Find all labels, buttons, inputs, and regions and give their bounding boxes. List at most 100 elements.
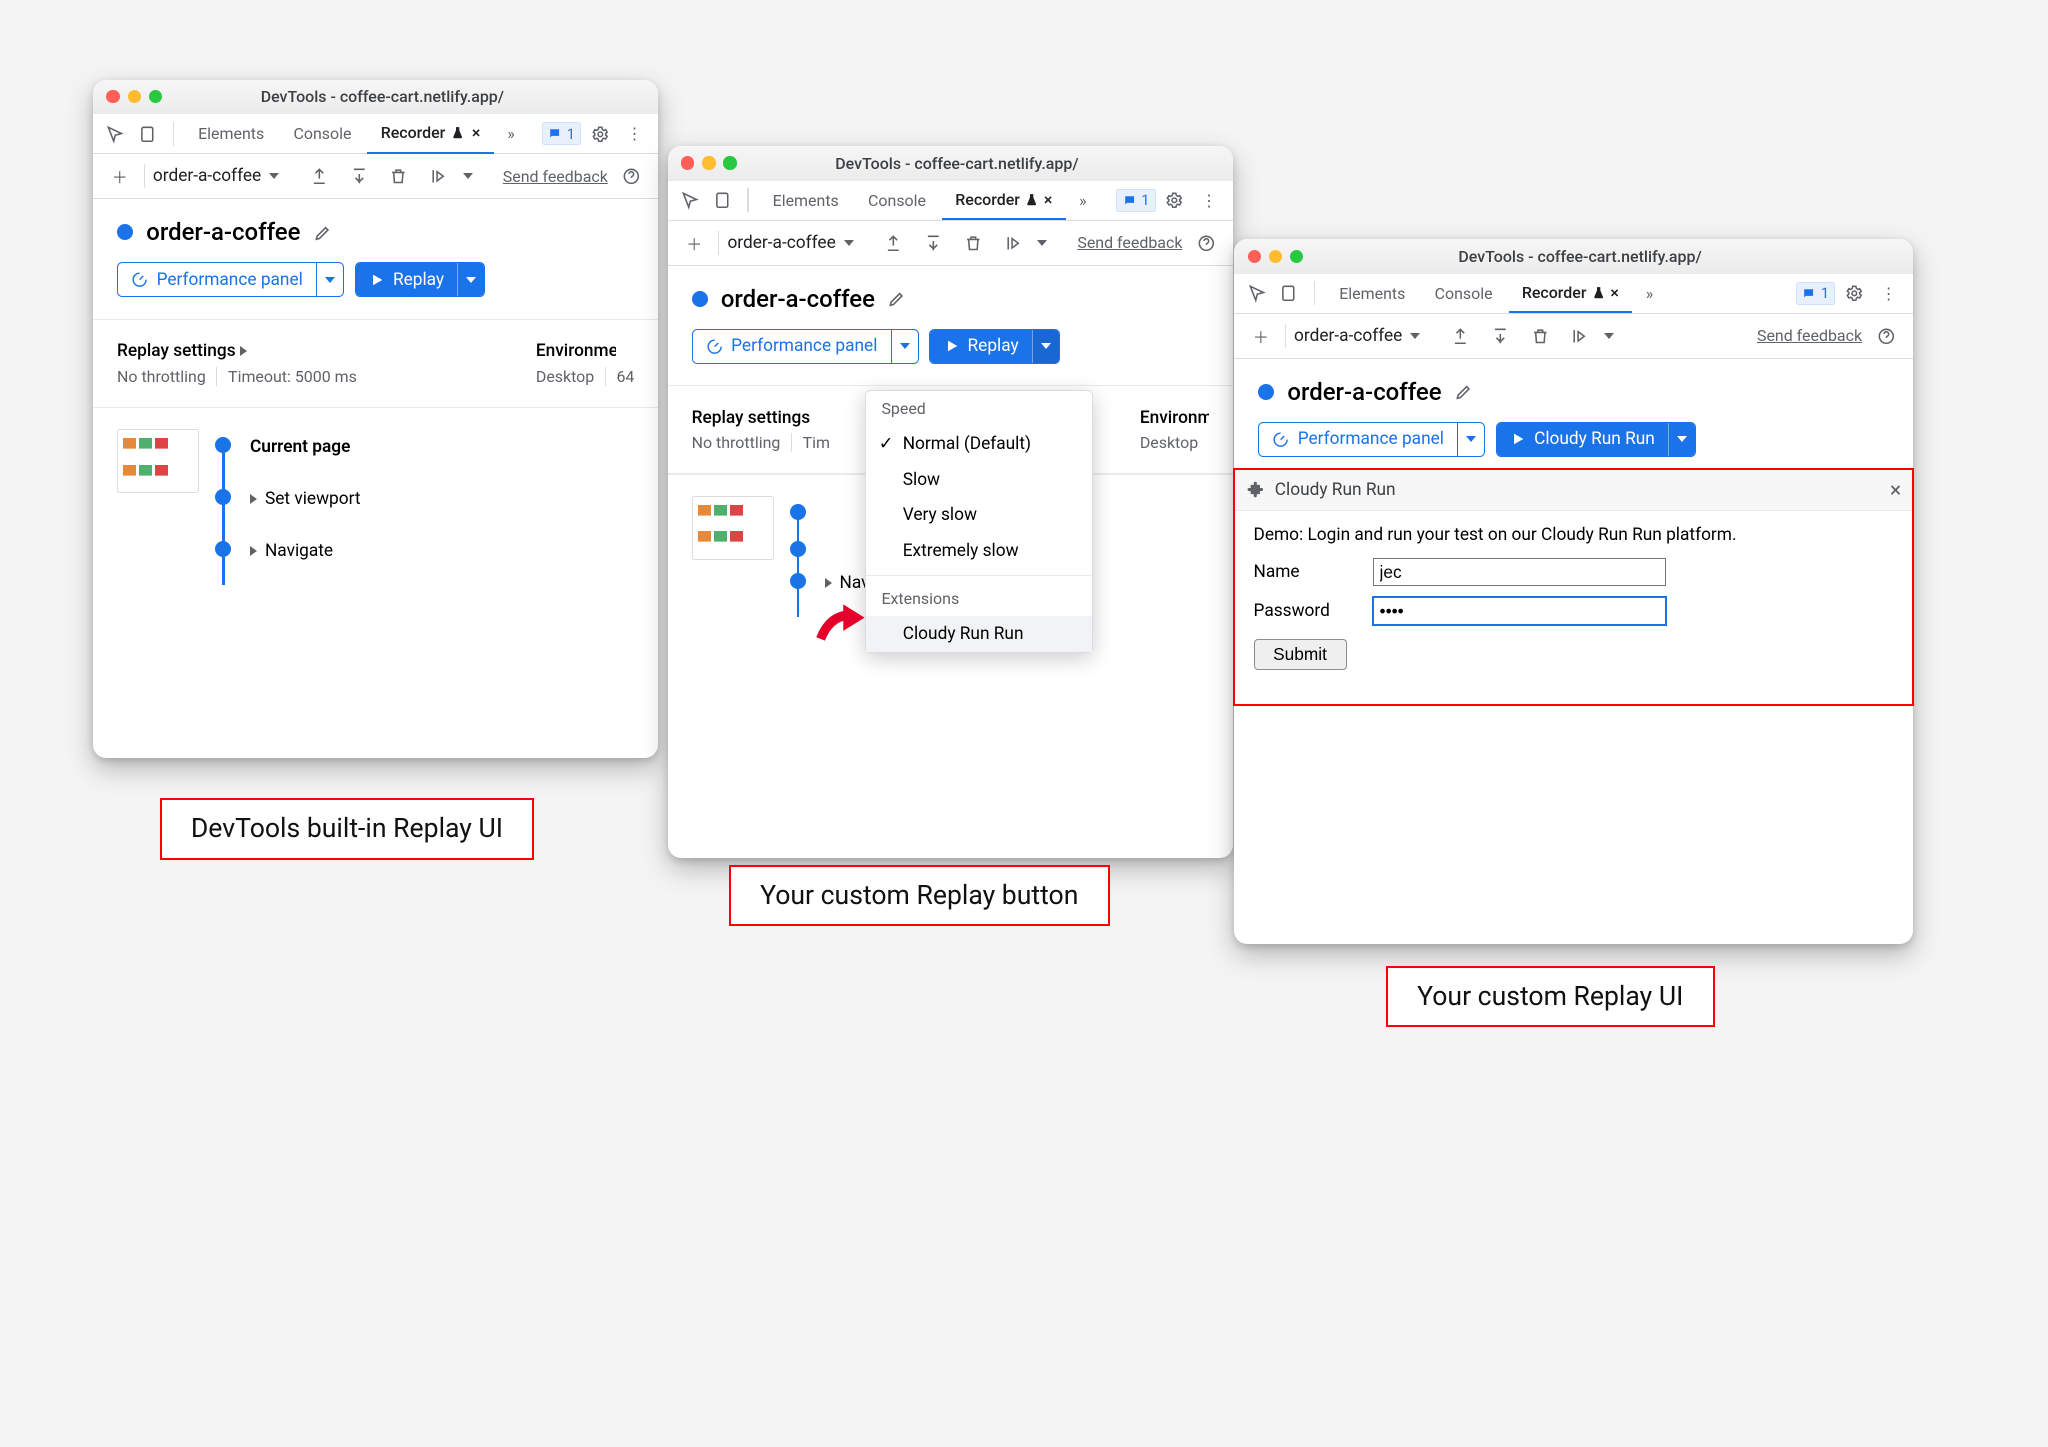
- import-icon[interactable]: [918, 227, 950, 259]
- step-navigate[interactable]: Navigate: [234, 533, 361, 585]
- step-caret-icon[interactable]: [1604, 333, 1614, 339]
- password-input[interactable]: [1373, 597, 1666, 625]
- import-icon[interactable]: [1484, 320, 1516, 352]
- recording-select[interactable]: order-a-coffee: [727, 233, 835, 253]
- custom-replay-button[interactable]: Cloudy Run Run: [1496, 422, 1696, 457]
- send-feedback-link[interactable]: Send feedback: [503, 167, 608, 186]
- close-tab-icon[interactable]: ×: [1610, 283, 1619, 302]
- more-tabs-icon[interactable]: »: [496, 119, 525, 148]
- settings-icon[interactable]: [1158, 184, 1190, 216]
- issues-badge[interactable]: 1: [542, 122, 581, 145]
- action-buttons: Performance panel Replay: [117, 262, 634, 297]
- recording-select[interactable]: order-a-coffee: [153, 166, 261, 186]
- step-current-page[interactable]: Current page: [234, 429, 361, 481]
- inspect-icon[interactable]: [101, 119, 130, 148]
- delete-icon[interactable]: [957, 227, 989, 259]
- kebab-icon[interactable]: ⋮: [1873, 277, 1905, 309]
- replay-settings-heading[interactable]: Replay settings: [117, 341, 357, 361]
- performance-panel-button[interactable]: Performance panel: [117, 262, 344, 297]
- send-feedback-link[interactable]: Send feedback: [1077, 233, 1182, 252]
- export-icon[interactable]: [1444, 320, 1476, 352]
- tab-console[interactable]: Console: [855, 180, 940, 220]
- export-icon[interactable]: [303, 160, 335, 192]
- recorder-toolbar: ＋ order-a-coffee Send feedback: [668, 221, 1233, 266]
- tab-console[interactable]: Console: [280, 114, 365, 154]
- close-dot[interactable]: [681, 156, 694, 169]
- perf-caret-icon[interactable]: [1457, 423, 1484, 456]
- close-tab-icon[interactable]: ×: [472, 123, 481, 142]
- add-recording-icon[interactable]: ＋: [678, 227, 710, 259]
- replay-caret-icon[interactable]: [457, 263, 484, 296]
- menu-item-extremely-slow[interactable]: Extremely slow: [866, 533, 1093, 569]
- tab-console[interactable]: Console: [1421, 273, 1506, 313]
- tab-elements[interactable]: Elements: [759, 180, 852, 220]
- device-icon[interactable]: [708, 186, 737, 215]
- kebab-icon[interactable]: ⋮: [618, 118, 650, 150]
- step-set-viewport[interactable]: Set viewport: [234, 481, 361, 533]
- delete-icon[interactable]: [1524, 320, 1556, 352]
- settings-icon[interactable]: [584, 118, 616, 150]
- send-feedback-link[interactable]: Send feedback: [1757, 326, 1862, 345]
- recording-select[interactable]: order-a-coffee: [1294, 326, 1402, 346]
- replay-settings-heading[interactable]: Replay settings: [692, 408, 838, 428]
- export-icon[interactable]: [878, 227, 910, 259]
- menu-item-cloudy-run-run[interactable]: Cloudy Run Run: [866, 616, 1093, 652]
- select-caret-icon[interactable]: [269, 173, 279, 179]
- menu-item-very-slow[interactable]: Very slow: [866, 498, 1093, 534]
- replay-caret-icon[interactable]: [1668, 423, 1695, 456]
- throttling-value: No throttling: [117, 367, 206, 386]
- help-icon[interactable]: [616, 160, 648, 192]
- tab-recorder[interactable]: Recorder ×: [942, 180, 1066, 220]
- import-icon[interactable]: [343, 160, 375, 192]
- inspect-icon[interactable]: [676, 186, 705, 215]
- step-caret-icon[interactable]: [1037, 240, 1047, 246]
- menu-item-normal[interactable]: Normal (Default): [866, 426, 1093, 462]
- tab-elements[interactable]: Elements: [1326, 273, 1419, 313]
- name-input[interactable]: [1373, 558, 1666, 586]
- timeout-value: Tim: [791, 433, 830, 452]
- edit-title-icon[interactable]: [888, 289, 907, 308]
- timeline: Current page Set viewport Navigate: [117, 429, 634, 585]
- close-dot[interactable]: [106, 90, 119, 103]
- menu-item-slow[interactable]: Slow: [866, 462, 1093, 498]
- device-icon[interactable]: [1274, 279, 1303, 308]
- add-recording-icon[interactable]: ＋: [104, 160, 136, 192]
- replay-button[interactable]: Replay: [355, 262, 486, 297]
- submit-button[interactable]: Submit: [1254, 639, 1347, 670]
- action-buttons: Performance panel Replay: [692, 329, 1209, 364]
- close-panel-icon[interactable]: ×: [1890, 478, 1901, 503]
- help-icon[interactable]: [1870, 320, 1902, 352]
- edit-title-icon[interactable]: [1455, 382, 1474, 401]
- select-caret-icon[interactable]: [1410, 333, 1420, 339]
- inspect-icon[interactable]: [1242, 279, 1271, 308]
- more-tabs-icon[interactable]: »: [1068, 186, 1097, 215]
- issues-badge[interactable]: 1: [1116, 189, 1155, 212]
- performance-panel-button[interactable]: Performance panel: [692, 329, 919, 364]
- replay-caret-icon[interactable]: [1032, 330, 1059, 363]
- performance-panel-button[interactable]: Performance panel: [1258, 422, 1485, 457]
- tab-elements[interactable]: Elements: [185, 114, 278, 154]
- tab-recorder[interactable]: Recorder ×: [1509, 273, 1633, 313]
- perf-caret-icon[interactable]: [316, 263, 343, 296]
- close-dot[interactable]: [1248, 250, 1261, 263]
- chevron-right-icon: [825, 578, 832, 588]
- step-icon[interactable]: [997, 227, 1029, 259]
- step-icon[interactable]: [423, 160, 455, 192]
- replay-button[interactable]: Replay: [929, 329, 1060, 364]
- close-tab-icon[interactable]: ×: [1044, 190, 1053, 209]
- step-caret-icon[interactable]: [463, 173, 473, 179]
- device-icon[interactable]: [133, 119, 162, 148]
- settings-icon[interactable]: [1838, 277, 1870, 309]
- help-icon[interactable]: [1190, 227, 1222, 259]
- more-tabs-icon[interactable]: »: [1635, 279, 1664, 308]
- delete-icon[interactable]: [383, 160, 415, 192]
- step-icon[interactable]: [1564, 320, 1596, 352]
- add-recording-icon[interactable]: ＋: [1245, 320, 1277, 352]
- select-caret-icon[interactable]: [844, 240, 854, 246]
- edit-title-icon[interactable]: [314, 223, 333, 242]
- devtools-window-1: DevTools - coffee-cart.netlify.app/ Elem…: [93, 80, 658, 758]
- kebab-icon[interactable]: ⋮: [1193, 184, 1225, 216]
- perf-caret-icon[interactable]: [891, 330, 918, 363]
- issues-badge[interactable]: 1: [1796, 282, 1835, 305]
- tab-recorder[interactable]: Recorder ×: [367, 114, 493, 154]
